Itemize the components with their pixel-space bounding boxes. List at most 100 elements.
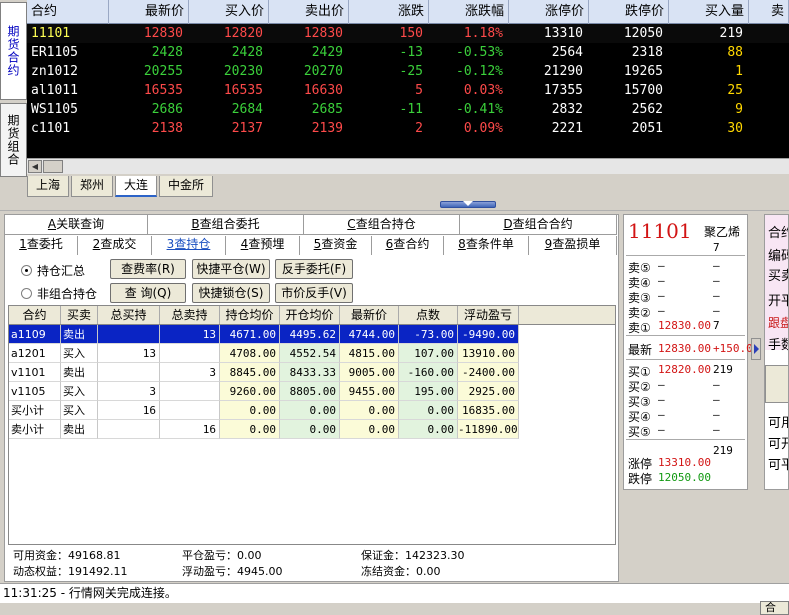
tab-futures-contracts[interactable]: 期货合约 — [0, 2, 27, 100]
position-row[interactable]: v1105 买入 3 9260.00 8805.00 9455.00 195.00 2925.… — [9, 382, 615, 401]
position-cell-points: 0.00 — [399, 401, 458, 420]
book-level-price[interactable]: 12820.00 — [658, 363, 711, 376]
grid-col-last[interactable]: 最新价 — [340, 306, 399, 324]
tab-exchange-zhengzhou[interactable]: 郑州 — [71, 176, 114, 197]
floating-profit-loss: 浮动盈亏：4945.00 — [182, 565, 283, 578]
grid-col-short-total[interactable]: 总卖持 — [160, 306, 220, 324]
quote-row[interactable]: al1011 16535 16535 16630 5 0.03% 17355 15700 25 — [27, 81, 789, 100]
quote-col-change[interactable]: 涨跌 — [349, 0, 429, 24]
tab-orders[interactable]: 1查委托 — [5, 236, 78, 255]
quote-cell-last: 2686 — [151, 102, 183, 117]
grid-col-side[interactable]: 买卖 — [61, 306, 98, 324]
book-level-price[interactable]: – — [658, 274, 665, 287]
book-level-price[interactable]: – — [658, 378, 665, 391]
order-submit-button[interactable] — [765, 365, 788, 403]
tab-exchange-shanghai[interactable]: 上海 — [27, 176, 70, 197]
quote-cell-last: 12830 — [143, 26, 183, 41]
market-reverse-button[interactable]: 市价反手(V) — [275, 283, 353, 303]
panel-splitter[interactable] — [0, 199, 789, 211]
tab-trades[interactable]: 2查成交 — [78, 236, 152, 255]
grid-col-avg-hold[interactable]: 持仓均价 — [220, 306, 280, 324]
bottom-button[interactable]: 合 — [760, 601, 789, 615]
order-label-follow[interactable]: 跟盘 — [768, 314, 788, 331]
quote-row[interactable]: zn1012 20255 20230 20270 -25 -0.12% 21290 19265… — [27, 62, 789, 81]
quote-col-bid[interactable]: 买入价 — [189, 0, 269, 24]
quote-row[interactable]: c1101 2138 2137 2139 2 0.09% 2221 2051 30 — [27, 119, 789, 138]
limit-up-price: 13310.00 — [658, 456, 711, 469]
position-cell-avg-open: 4495.62 — [280, 325, 340, 344]
tab-funds[interactable]: 5查资金 — [300, 236, 372, 255]
position-row[interactable]: a1109 卖出 13 4671.00 4495.62 4744.00 -73.00 -949… — [9, 325, 615, 344]
tab-preset-orders[interactable]: 4查预埋 — [226, 236, 300, 255]
tab-futures-combos[interactable]: 期货组合 — [0, 103, 27, 177]
book-level-price[interactable]: – — [658, 423, 665, 436]
quote-col-change-pct[interactable]: 涨跌幅 — [429, 0, 509, 24]
book-level-price[interactable]: – — [658, 259, 665, 272]
position-cell-float-pl: 2925.00 — [458, 382, 519, 401]
query-panel: A关联查询 B查组合委托 C查组合持仓 D查组合合约 1查委托 2查成交 3查持… — [4, 214, 619, 582]
scroll-left-icon[interactable]: ◀ — [28, 160, 42, 173]
position-row[interactable]: 买小计 买入 16 0.00 0.00 0.00 0.00 16835.00 — [9, 401, 615, 420]
quote-cell-last: 20255 — [143, 64, 183, 79]
position-cell-float-pl: -11890.00 — [458, 420, 519, 439]
radio-label: 持仓汇总 — [37, 264, 86, 278]
book-level-price[interactable]: – — [658, 304, 665, 317]
position-row[interactable]: a1201 买入 13 4708.00 4552.54 4815.00 107.00 1391… — [9, 344, 615, 363]
book-level-price[interactable]: – — [658, 393, 665, 406]
grid-col-avg-open[interactable]: 开仓均价 — [280, 306, 340, 324]
quote-cell-name: ER1105 — [31, 45, 78, 60]
radio-non-combo-positions[interactable]: 非组合持仓 — [21, 285, 97, 302]
scroll-thumb[interactable] — [43, 160, 63, 173]
quote-cell-name: WS1105 — [31, 102, 78, 117]
book-level-price[interactable]: – — [658, 289, 665, 302]
book-level-price[interactable]: – — [658, 408, 665, 421]
position-row[interactable]: 卖小计 卖出 16 0.00 0.00 0.00 0.00 -11890.00 — [9, 420, 615, 439]
tab-exchange-cffex[interactable]: 中金所 — [159, 176, 214, 197]
quote-col-limit-down[interactable]: 跌停价 — [589, 0, 669, 24]
quote-row[interactable]: 11101 12830 12820 12830 150 1.18% 13310 12050 21… — [27, 24, 789, 43]
quote-horizontal-scrollbar[interactable]: ◀ — [27, 158, 789, 174]
grid-col-points[interactable]: 点数 — [399, 306, 458, 324]
tab-positions[interactable]: 3查持仓 — [152, 236, 226, 255]
tab-related-query[interactable]: A关联查询 — [5, 215, 148, 235]
limit-down-label: 跌停 — [628, 472, 653, 486]
grid-col-float-pl[interactable]: 浮动盈亏 — [458, 306, 519, 324]
quote-cell-pct: 0.09% — [463, 121, 503, 136]
grid-col-contract[interactable]: 合约 — [9, 306, 61, 324]
position-cell-avg-open: 8433.33 — [280, 363, 340, 382]
book-level-price[interactable]: 12830.00 — [658, 319, 711, 332]
tab-contracts[interactable]: 6查合约 — [372, 236, 444, 255]
book-separator — [626, 335, 745, 336]
position-cell-avg-open: 4552.54 — [280, 344, 340, 363]
quote-col-last[interactable]: 最新价 — [109, 0, 189, 24]
grid-col-long-total[interactable]: 总买持 — [98, 306, 160, 324]
book-separator — [626, 439, 745, 440]
tab-exchange-dalian[interactable]: 大连 — [115, 176, 158, 197]
quote-col-ask[interactable]: 卖出价 — [269, 0, 349, 24]
expand-panel-arrow-icon[interactable] — [751, 338, 761, 360]
tab-combo-positions[interactable]: C查组合持仓 — [304, 215, 460, 235]
position-cell-contract: a1109 — [9, 325, 61, 344]
position-row[interactable]: v1101 卖出 3 8845.00 8433.33 9005.00 -160.00 -240… — [9, 363, 615, 382]
position-cell-avg-open: 0.00 — [280, 401, 340, 420]
tab-combo-contracts[interactable]: D查组合合约 — [460, 215, 617, 235]
quote-cell-bid: 12820 — [223, 26, 263, 41]
quote-col-contract[interactable]: 合约 — [27, 0, 109, 24]
tab-conditional-orders[interactable]: 8查条件单 — [444, 236, 529, 255]
quote-row[interactable]: ER1105 2428 2428 2429 -13 -0.53% 2564 2318 88 — [27, 43, 789, 62]
tab-combo-orders[interactable]: B查组合委托 — [148, 215, 304, 235]
radio-position-summary[interactable]: 持仓汇总 — [21, 262, 85, 279]
reverse-order-button[interactable]: 反手委托(F) — [275, 259, 353, 279]
fee-rate-button[interactable]: 查费率(R) — [110, 259, 186, 279]
query-button[interactable]: 查 询(Q) — [110, 283, 186, 303]
quick-close-button[interactable]: 快捷平仓(W) — [192, 259, 270, 279]
tab-stop-orders[interactable]: 9查盈损单 — [529, 236, 617, 255]
quick-lock-button[interactable]: 快捷锁仓(S) — [192, 283, 270, 303]
quote-row[interactable]: WS1105 2686 2684 2685 -11 -0.41% 2832 2562 9 — [27, 100, 789, 119]
quote-col-bid-vol[interactable]: 买入量 — [669, 0, 749, 24]
position-cell-points: -160.00 — [399, 363, 458, 382]
quote-col-limit-up[interactable]: 涨停价 — [509, 0, 589, 24]
quote-col-ask-vol[interactable]: 卖 — [749, 0, 789, 24]
collapse-arrow-icon[interactable] — [463, 201, 473, 206]
quote-cell-name: zn1012 — [31, 64, 78, 79]
